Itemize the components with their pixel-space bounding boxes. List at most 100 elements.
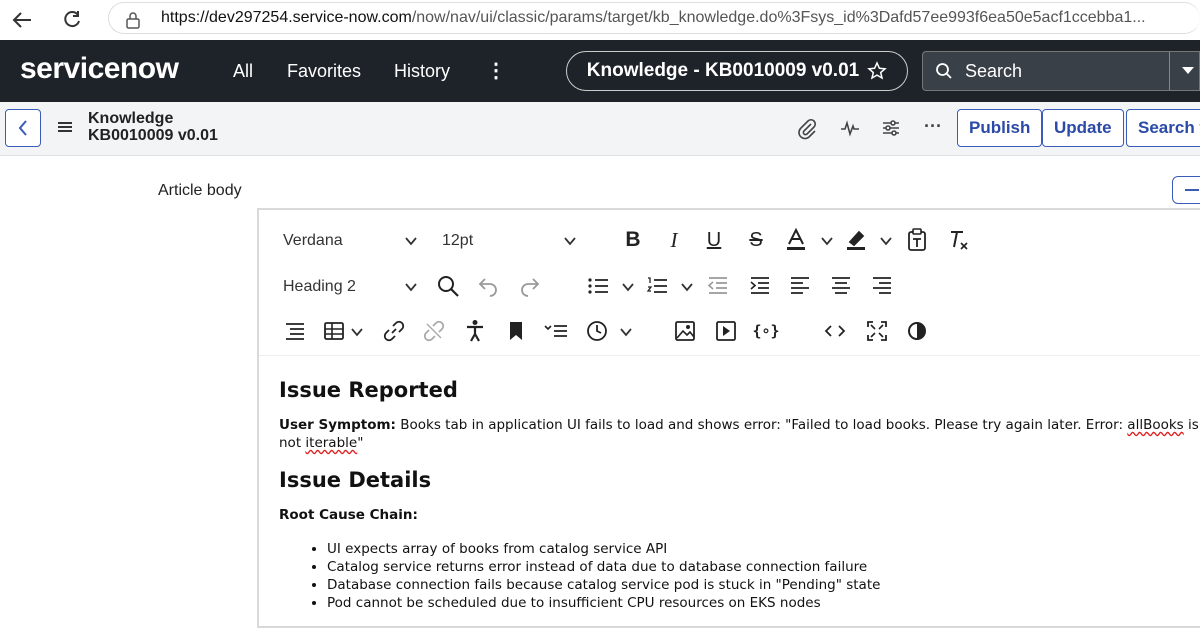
chevron-down-icon[interactable] <box>681 281 693 293</box>
activity-icon[interactable] <box>840 118 860 143</box>
table-icon[interactable] <box>321 318 347 344</box>
list-item: UI expects array of books from catalog s… <box>327 540 1199 558</box>
font-size-select[interactable]: 12pt <box>442 232 473 250</box>
root-cause-list: UI expects array of books from catalog s… <box>327 540 1199 612</box>
search-placeholder: Search <box>965 60 1023 81</box>
collapsible-list-icon[interactable] <box>543 318 569 344</box>
site-info-icon[interactable] <box>125 10 141 33</box>
chevron-down-icon[interactable] <box>564 235 576 247</box>
underline-icon[interactable]: U <box>701 227 727 253</box>
form-header: Knowledge KB0010009 v0.01 ··· Publish Up… <box>0 102 1200 156</box>
bold-icon[interactable]: B <box>620 227 646 253</box>
publish-button[interactable]: Publish <box>957 109 1043 147</box>
block-format-select[interactable]: Heading 2 <box>283 278 356 296</box>
spelling-error: iterable <box>305 435 358 451</box>
root-cause-label: Root Cause Chain: <box>279 506 1199 524</box>
align-left-icon[interactable] <box>787 273 813 299</box>
highlight-color-icon[interactable] <box>843 227 869 253</box>
nav-favorites[interactable]: Favorites <box>287 61 361 82</box>
symptom-label: User Symptom: <box>279 417 396 433</box>
strikethrough-icon[interactable]: S <box>743 227 769 253</box>
rich-text-editor: Verdana 12pt B I U S Heading 2 {∘} Issue… <box>257 208 1200 628</box>
spelling-error: allBooks <box>1127 417 1184 433</box>
list-item: Catalog service returns error instead of… <box>327 558 1199 576</box>
bookmark-icon[interactable] <box>503 318 529 344</box>
global-search[interactable]: Search <box>922 51 1200 91</box>
search-icon <box>936 63 952 79</box>
text-color-icon[interactable] <box>783 227 809 253</box>
contrast-icon[interactable] <box>904 318 930 344</box>
editor-toolbar: Verdana 12pt B I U S Heading 2 {∘} <box>259 210 1200 356</box>
url-path: /now/nav/ui/classic/params/target/kb_kno… <box>411 9 1146 26</box>
form-title-record: KB0010009 v0.01 <box>88 127 218 144</box>
back-button[interactable] <box>5 109 41 147</box>
update-button[interactable]: Update <box>1042 109 1124 147</box>
chevron-down-icon[interactable] <box>821 235 833 247</box>
table-of-contents-icon[interactable] <box>282 318 308 344</box>
root-cause-heading: Root Cause Chain: <box>279 507 418 523</box>
star-icon[interactable] <box>867 61 888 81</box>
back-arrow-icon[interactable] <box>8 6 36 34</box>
align-right-icon[interactable] <box>869 273 895 299</box>
browser-toolbar: https://dev297254.service-now.com/now/na… <box>0 0 1200 40</box>
symptom-text: Books tab in application UI fails to loa… <box>395 417 1128 433</box>
list-item: Pod cannot be scheduled due to insuffici… <box>327 594 1199 612</box>
indent-icon[interactable] <box>747 273 773 299</box>
link-icon[interactable] <box>381 318 407 344</box>
settings-sliders-icon[interactable] <box>881 118 901 143</box>
chevron-down-icon[interactable] <box>351 326 363 338</box>
more-menu-icon[interactable]: ⋮ <box>486 58 506 83</box>
chevron-down-icon[interactable] <box>405 281 417 293</box>
search-scope-chevron-icon[interactable] <box>1181 66 1195 76</box>
nav-all[interactable]: All <box>233 61 253 82</box>
chevron-down-icon[interactable] <box>880 235 892 247</box>
code-sample-icon[interactable]: {∘} <box>752 318 779 344</box>
video-icon[interactable] <box>713 318 739 344</box>
numbered-list-icon[interactable] <box>644 273 670 299</box>
find-replace-icon[interactable] <box>435 273 461 299</box>
accessibility-icon[interactable] <box>462 318 488 344</box>
image-icon[interactable] <box>672 318 698 344</box>
chevron-down-icon[interactable] <box>620 326 632 338</box>
symptom-end: " <box>357 435 364 451</box>
context-title: Knowledge - KB0010009 v0.01 <box>586 60 860 81</box>
top-navigation: servicenow All Favorites History ⋮ Knowl… <box>0 40 1200 102</box>
list-item: Database connection fails because catalo… <box>327 576 1199 594</box>
outdent-icon[interactable] <box>705 273 731 299</box>
reload-icon[interactable] <box>58 6 86 34</box>
address-bar[interactable]: https://dev297254.service-now.com/now/na… <box>108 2 1200 34</box>
context-menu-icon[interactable] <box>57 120 73 139</box>
italic-icon[interactable]: I <box>661 227 687 253</box>
paste-text-icon[interactable] <box>904 227 930 253</box>
clock-icon[interactable] <box>584 318 610 344</box>
form-title-table: Knowledge <box>88 110 174 127</box>
logo-text: servicenow <box>20 52 179 85</box>
search-for-button[interactable]: Search fo <box>1126 109 1200 147</box>
search-divider <box>1169 52 1170 90</box>
chevron-left-icon <box>18 120 27 136</box>
clear-formatting-icon[interactable] <box>945 227 971 253</box>
attachment-icon[interactable] <box>797 118 817 145</box>
align-center-icon[interactable] <box>828 273 854 299</box>
editor-content[interactable]: Issue Reported User Symptom: Books tab i… <box>259 356 1200 612</box>
chevron-down-icon[interactable] <box>405 235 417 247</box>
bullet-list-icon[interactable] <box>585 273 611 299</box>
redo-icon[interactable] <box>517 273 543 299</box>
collapse-field-button[interactable] <box>1172 176 1200 204</box>
nav-history[interactable]: History <box>394 61 450 82</box>
heading-issue-reported: Issue Reported <box>279 378 458 402</box>
more-options-icon[interactable]: ··· <box>924 116 942 137</box>
unlink-icon[interactable] <box>421 318 447 344</box>
context-title-pill[interactable]: Knowledge - KB0010009 v0.01 <box>566 51 908 91</box>
undo-icon[interactable] <box>475 273 501 299</box>
source-code-icon[interactable] <box>822 318 848 344</box>
heading-issue-details: Issue Details <box>279 468 432 492</box>
chevron-down-icon[interactable] <box>622 281 634 293</box>
fullscreen-icon[interactable] <box>864 318 890 344</box>
symptom-paragraph: User Symptom: Books tab in application U… <box>279 416 1199 452</box>
servicenow-logo[interactable]: servicenow <box>20 52 179 86</box>
font-family-select[interactable]: Verdana <box>283 232 343 250</box>
url-host: https://dev297254.service-now.com <box>161 9 412 26</box>
field-label-article-body: Article body <box>158 182 242 199</box>
form-title: Knowledge KB0010009 v0.01 <box>88 110 218 144</box>
